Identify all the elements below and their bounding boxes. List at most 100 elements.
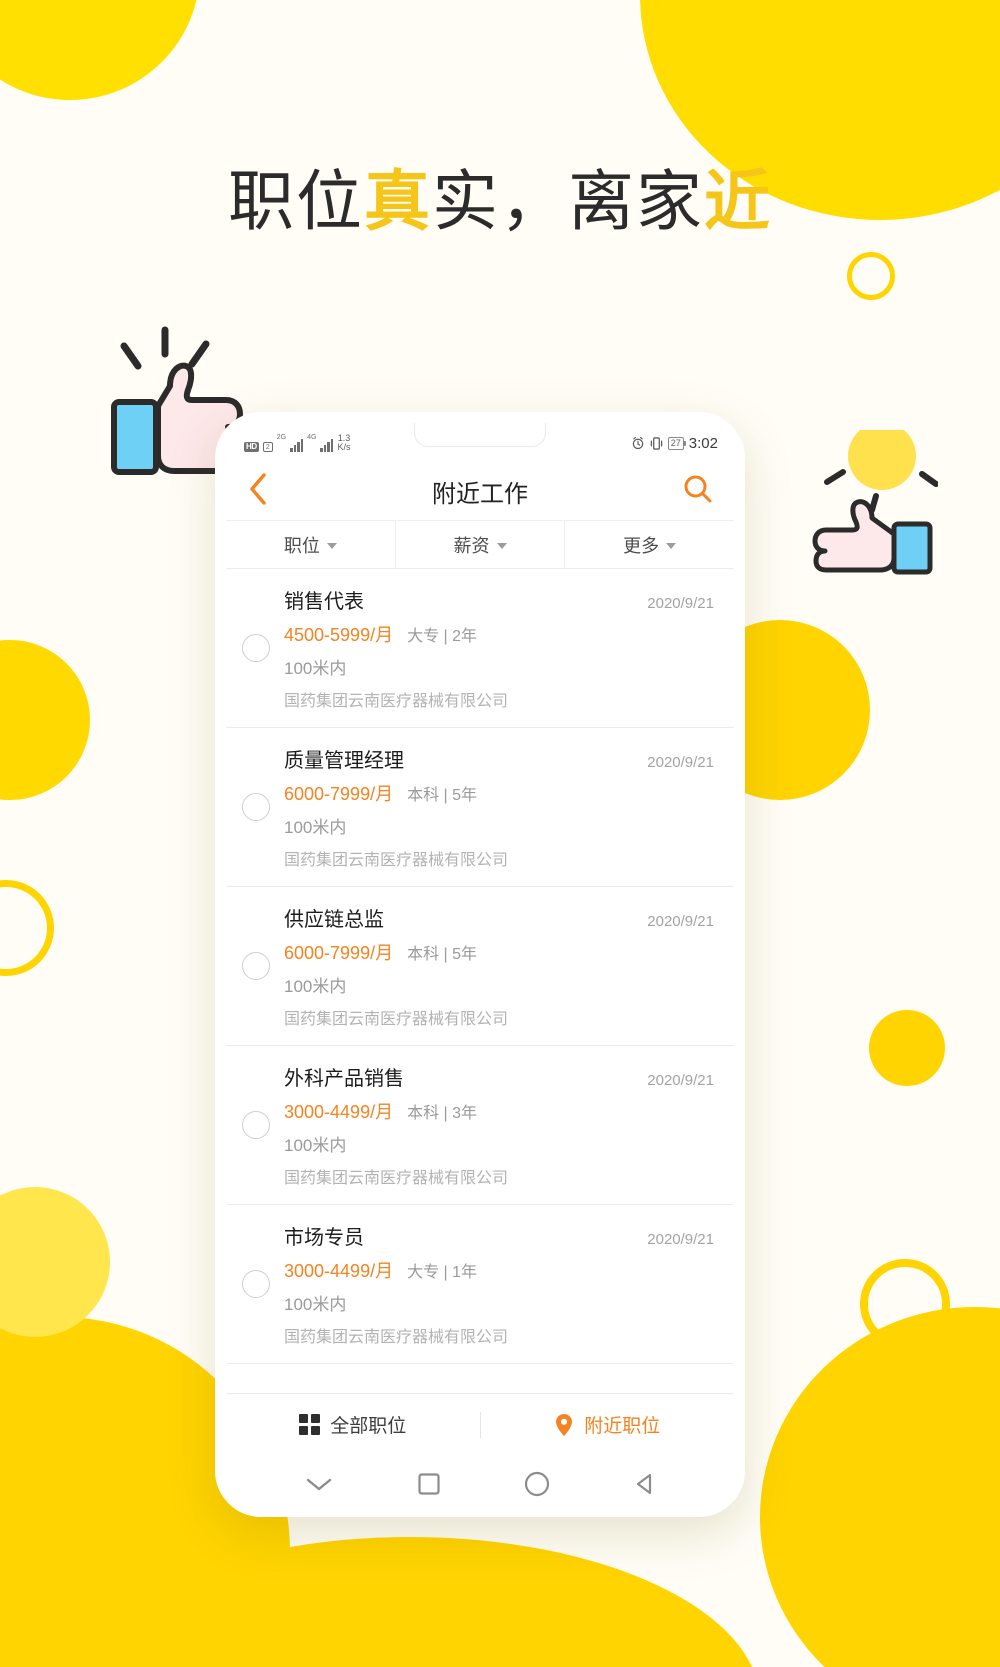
blob-bottom-right [760,1307,1000,1667]
table-row[interactable]: 质量管理经理 2020/9/21 6000-7999/月 本科 | 5年 100… [226,728,734,887]
triangle-back-icon[interactable] [633,1472,657,1501]
job-select-radio[interactable] [242,634,270,662]
job-requirement: 本科 | 5年 [407,946,478,963]
job-meta: 3000-4499/月 本科 | 3年 [284,1098,714,1124]
job-date: 2020/9/21 [647,1072,714,1089]
job-company: 国药集团云南医疗器械有限公司 [284,1170,509,1187]
ring-top-right [847,252,895,300]
signal-bars-4g-icon [320,439,334,453]
back-chevron-icon[interactable] [246,472,276,511]
bottom-tab-bar: 全部职位 附近职位 [226,1393,734,1455]
job-distance: 100米内 [284,659,347,678]
hd-icon: HD [244,441,259,453]
job-distance: 100米内 [284,818,347,837]
job-date: 2020/9/21 [647,1231,714,1248]
chevron-down-icon [496,543,507,549]
job-salary: 6000-7999/月 [284,943,394,963]
job-select-radio[interactable] [242,1111,270,1139]
network-2g-label: 2G [276,433,287,441]
job-header: 外科产品销售 2020/9/21 [284,1062,714,1091]
job-select-radio[interactable] [242,1270,270,1298]
filter-position[interactable]: 职位 [226,521,396,568]
job-date: 2020/9/21 [647,913,714,930]
job-salary: 4500-5999/月 [284,625,394,645]
job-meta: 6000-7999/月 本科 | 5年 [284,939,714,965]
job-requirement: 大专 | 1年 [407,1264,478,1281]
tab-all-jobs[interactable]: 全部职位 [226,1411,480,1438]
headline-part-1: 职位 [228,164,364,238]
job-title: 外科产品销售 [284,1068,404,1090]
blob-bottom-left-small [0,1187,110,1337]
filter-more-label: 更多 [623,535,660,556]
circle-icon[interactable] [524,1471,550,1502]
table-row[interactable]: 市场专员 2020/9/21 3000-4499/月 大专 | 1年 100米内… [226,1205,734,1364]
android-navigation-bar [226,1455,734,1517]
vibrate-icon [650,436,663,450]
filter-salary[interactable]: 薪资 [396,521,566,568]
job-salary: 6000-7999/月 [284,784,394,804]
table-row[interactable]: 外科产品销售 2020/9/21 3000-4499/月 本科 | 3年 100… [226,1046,734,1205]
battery-icon: 27 [667,436,687,450]
job-header: 供应链总监 2020/9/21 [284,903,714,932]
table-row[interactable]: 供应链总监 2020/9/21 6000-7999/月 本科 | 5年 100米… [226,887,734,1046]
job-distance: 100米内 [284,1295,347,1314]
job-select-radio[interactable] [242,952,270,980]
phone-notch [414,423,546,447]
filter-salary-label: 薪资 [453,535,490,556]
job-header: 市场专员 2020/9/21 [284,1221,714,1250]
status-bar-right: 27 3:02 [631,435,718,452]
filter-more[interactable]: 更多 [565,521,734,568]
job-salary: 3000-4499/月 [284,1261,394,1281]
tab-all-jobs-label: 全部职位 [330,1416,407,1437]
job-meta: 6000-7999/月 本科 | 5年 [284,780,714,806]
thumbs-up-icon-right [810,422,939,585]
table-row[interactable]: 销售代表 2020/9/21 4500-5999/月 大专 | 2年 100米内… [226,569,734,728]
tab-nearby-jobs[interactable]: 附近职位 [481,1411,735,1438]
job-body: 市场专员 2020/9/21 3000-4499/月 大专 | 1年 100米内… [284,1221,714,1347]
network-speed-unit: K/s [337,442,351,452]
job-distance: 100米内 [284,1136,347,1155]
job-meta: 3000-4499/月 大专 | 1年 [284,1257,714,1283]
job-header: 质量管理经理 2020/9/21 [284,744,714,773]
job-title: 供应链总监 [284,909,384,931]
alarm-clock-icon [632,436,644,450]
job-header: 销售代表 2020/9/21 [284,585,714,614]
job-company: 国药集团云南医疗器械有限公司 [284,1329,509,1346]
blob-right-small [869,1010,945,1086]
signal-bars-2g-icon [290,439,304,453]
page-title: 职位真实，离家近 [0,168,1000,234]
sim-badge-icon: 2 [262,442,273,453]
ring-left [0,880,54,976]
job-body: 销售代表 2020/9/21 4500-5999/月 大专 | 2年 100米内… [284,585,714,711]
headline-part-2: 真 [364,164,432,238]
job-company: 国药集团云南医疗器械有限公司 [284,1011,509,1028]
battery-level: 27 [670,438,681,448]
job-body: 质量管理经理 2020/9/21 6000-7999/月 本科 | 5年 100… [284,744,714,870]
job-salary: 3000-4499/月 [284,1102,394,1122]
job-company: 国药集团云南医疗器械有限公司 [284,693,509,710]
job-list[interactable]: 销售代表 2020/9/21 4500-5999/月 大专 | 2年 100米内… [226,569,734,1393]
headline-part-4: 近 [704,164,772,238]
job-requirement: 本科 | 3年 [407,1105,478,1122]
app-bar-title: 附近工作 [432,481,528,508]
filter-bar: 职位 薪资 更多 [226,521,734,569]
job-title: 质量管理经理 [284,750,404,772]
blob-top-left [0,0,200,100]
network-speed: 1.3 K/s [337,433,351,452]
phone-mockup: HD 2 2G 4G 1.3 K/s 27 3:02 附近工作 职位 薪资 更多… [215,412,745,1517]
job-date: 2020/9/21 [647,595,714,612]
chevron-down-icon[interactable] [304,1475,334,1498]
network-4g-label: 4G [307,433,317,441]
status-bar-clock: 3:02 [688,434,718,452]
job-company: 国药集团云南医疗器械有限公司 [284,852,509,869]
job-select-radio[interactable] [242,793,270,821]
job-requirement: 大专 | 2年 [407,628,478,645]
job-date: 2020/9/21 [647,754,714,771]
status-bar-left: HD 2 2G 4G 1.3 K/s [244,433,351,453]
square-icon[interactable] [417,1472,441,1501]
search-icon[interactable] [682,473,714,510]
job-body: 外科产品销售 2020/9/21 3000-4499/月 本科 | 3年 100… [284,1062,714,1188]
app-bar: 附近工作 [226,463,734,521]
filter-position-label: 职位 [283,535,320,556]
tab-nearby-jobs-label: 附近职位 [584,1416,661,1437]
